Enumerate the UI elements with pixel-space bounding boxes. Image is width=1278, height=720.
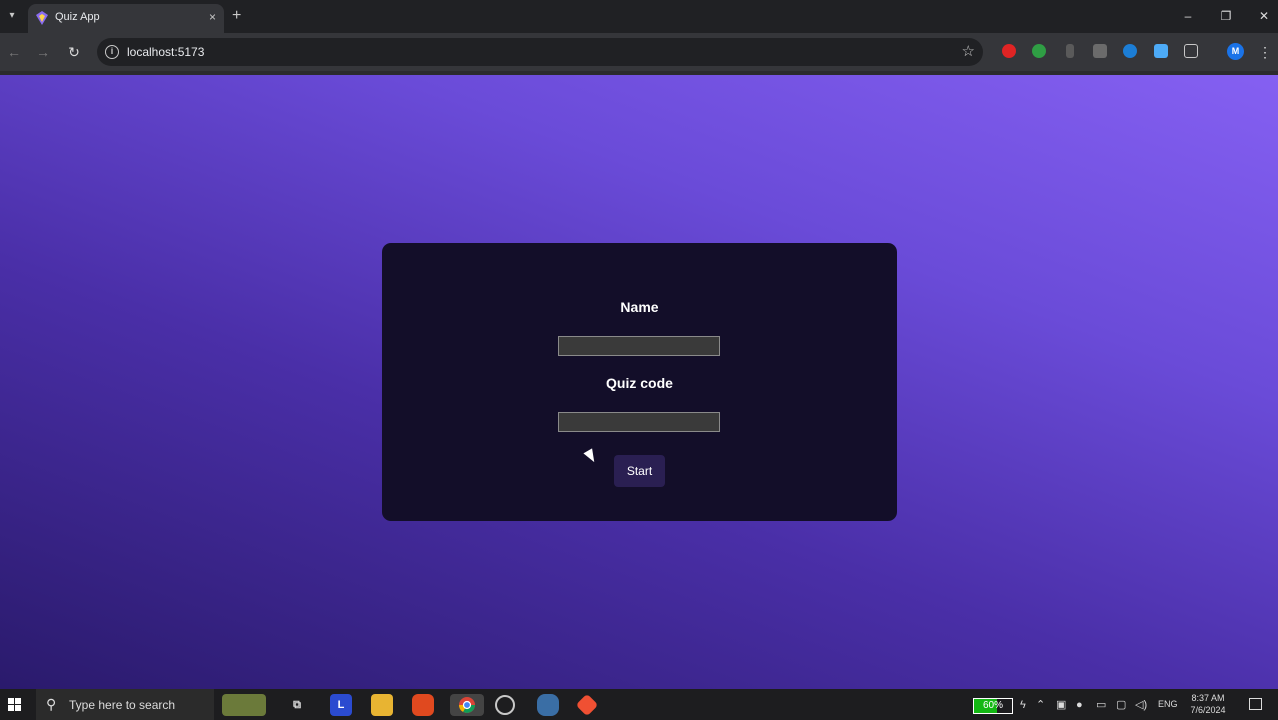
quiz-code-input[interactable] [558, 412, 720, 432]
browser-tab[interactable]: Quiz App × [28, 4, 224, 33]
extension-y-icon[interactable] [1093, 44, 1107, 58]
volume-icon[interactable]: ◁) [1135, 698, 1147, 712]
search-icon: ⚲ [46, 696, 57, 712]
extension-window-icon[interactable] [1154, 44, 1168, 58]
taskbar-search-placeholder: Type here to search [69, 698, 176, 712]
start-button[interactable]: Start [614, 455, 665, 487]
window-minimize-button[interactable]: – [1178, 6, 1198, 26]
app-l-icon[interactable]: L [330, 694, 352, 716]
clock-date: 7/6/2024 [1190, 705, 1226, 715]
name-label: Name [620, 299, 659, 315]
browser-toolbar: ← → ↻ i localhost:5173 ☆ M ⋮ [0, 33, 1278, 71]
window-maximize-button[interactable]: ❐ [1216, 6, 1236, 26]
site-info-icon[interactable]: i [105, 45, 119, 59]
power-plug-icon: ϟ [1020, 699, 1026, 711]
extension-gray-icon[interactable] [1066, 44, 1074, 58]
brave-browser-icon[interactable] [412, 694, 434, 716]
name-input[interactable] [558, 336, 720, 356]
extensions-puzzle-icon[interactable] [1184, 44, 1198, 58]
quiz-login-card: Name Quiz code Start [382, 243, 897, 521]
chrome-taskbar-button[interactable] [450, 694, 484, 716]
battery-indicator[interactable]: 60% [973, 698, 1013, 714]
screen-recorder-icon[interactable] [495, 695, 515, 715]
url-text[interactable]: localhost:5173 [127, 45, 204, 59]
browser-menu-icon[interactable]: ⋮ [1258, 42, 1272, 62]
postgresql-icon[interactable] [537, 694, 559, 716]
window-close-button[interactable]: ✕ [1254, 6, 1274, 26]
tray-device-icon[interactable]: ▣ [1056, 698, 1066, 712]
network-icon[interactable]: ▢ [1116, 698, 1126, 712]
windows-taskbar: ⚲ Type here to search ⧉ L 60% ϟ ⌃ ▣ ● ▭ … [0, 689, 1278, 720]
tray-battery-icon[interactable]: ▭ [1096, 698, 1106, 712]
input-language-indicator[interactable]: ENG [1158, 699, 1178, 709]
file-explorer-icon[interactable] [371, 694, 393, 716]
chrome-icon [459, 697, 475, 713]
tab-close-icon[interactable]: × [209, 10, 216, 24]
quiz-code-label: Quiz code [606, 375, 673, 391]
taskbar-search-box[interactable]: ⚲ Type here to search [36, 689, 214, 720]
address-bar[interactable]: i localhost:5173 ☆ [97, 38, 983, 66]
new-tab-button[interactable]: + [232, 6, 241, 26]
task-view-icon[interactable]: ⧉ [286, 694, 308, 716]
extension-green-icon[interactable] [1032, 44, 1046, 58]
notification-center-icon[interactable] [1249, 698, 1262, 710]
battery-percent-text: 60% [982, 700, 1003, 711]
tab-search-dropdown-icon[interactable]: ▾ [3, 6, 21, 26]
clock-time: 8:37 AM [1191, 693, 1225, 703]
microphone-icon[interactable]: ● [1076, 698, 1083, 712]
reload-icon[interactable]: ↻ [64, 42, 84, 62]
bookmark-star-icon[interactable]: ☆ [962, 42, 975, 60]
page-viewport: Name Quiz code Start [0, 75, 1278, 689]
extension-react-icon[interactable] [1123, 44, 1137, 58]
tab-title: Quiz App [55, 11, 100, 23]
quiz-app-favicon-icon [36, 11, 48, 25]
windows-start-icon[interactable] [8, 698, 22, 712]
show-hidden-icons-chevron-icon[interactable]: ⌃ [1036, 698, 1045, 712]
browser-tab-strip: ▾ Quiz App × + – ❐ ✕ [0, 0, 1278, 33]
profile-avatar[interactable]: M [1227, 43, 1244, 60]
extension-red-icon[interactable] [1002, 44, 1016, 58]
forward-arrow-icon[interactable]: → [33, 42, 53, 62]
search-highlight-image-icon[interactable] [222, 694, 266, 716]
back-arrow-icon[interactable]: ← [4, 42, 24, 62]
system-clock[interactable]: 8:37 AM 7/6/2024 [1187, 692, 1229, 716]
git-icon[interactable] [575, 693, 599, 717]
